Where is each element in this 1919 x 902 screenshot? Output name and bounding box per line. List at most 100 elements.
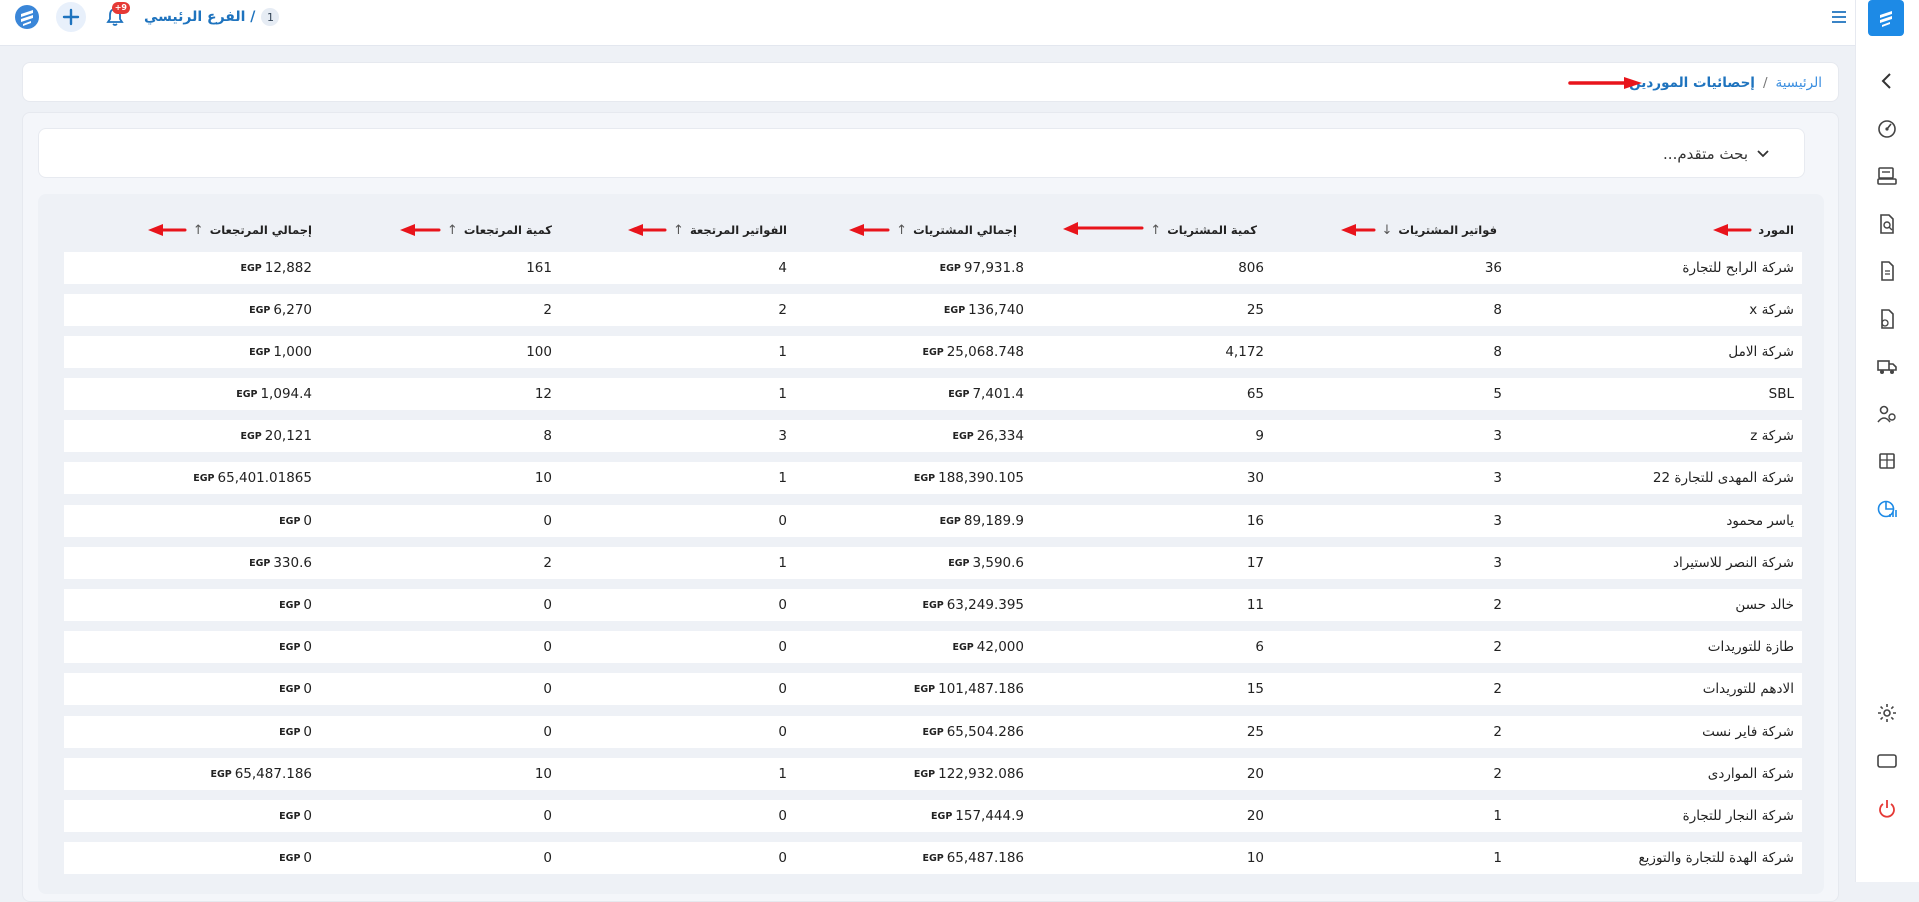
- header-purchase-quantity[interactable]: كمية المشتريات ↑: [1007, 208, 1257, 252]
- dashboard-icon[interactable]: [1872, 114, 1902, 144]
- cell-returns-quantity: 12: [534, 386, 552, 402]
- cell-returned-invoices: 2: [778, 302, 787, 318]
- amount: 101,487.186: [938, 681, 1024, 697]
- cell-supplier: شركة الامل: [1728, 344, 1794, 360]
- currency-label: EGP: [913, 472, 936, 484]
- cell-returns-quantity: 0: [543, 724, 552, 740]
- table-row[interactable]: SBL 5 65 EGP 7,401.4 1 12 EGP 1,094.4: [64, 378, 1802, 410]
- table-row[interactable]: شركة الرابح للتجارة 36 806 EGP 97,931.8 4 161 E…: [64, 252, 1802, 284]
- header-supplier-label: المورد: [1758, 223, 1794, 237]
- table-row[interactable]: شركة z 3 9 EGP 26,334 3 8 EGP 20,121: [64, 420, 1802, 452]
- users-icon[interactable]: [1872, 399, 1902, 429]
- cell-purchase-invoices: 2: [1493, 597, 1502, 613]
- table-row[interactable]: طازة للتوريدات 2 6 EGP 42,000 0 0 EGP 0: [64, 631, 1802, 663]
- header-returned-invoices[interactable]: الفواتير المرتجعة ↑: [587, 208, 787, 252]
- header-returns-total[interactable]: إجمالي المرتجعات ↑: [72, 208, 312, 252]
- amount: 3,590.6: [972, 555, 1024, 571]
- amount: 6,270: [273, 302, 312, 318]
- money-value: EGP 0: [279, 513, 312, 529]
- cell-purchase-quantity: 11: [1246, 597, 1264, 613]
- amount: 65,487.186: [946, 850, 1024, 866]
- sort-up-icon: ↑: [1150, 222, 1162, 238]
- search-document-icon[interactable]: [1872, 209, 1902, 239]
- table-row[interactable]: خالد حسن 2 11 EGP 63,249.395 0 0 EGP 0: [64, 589, 1802, 621]
- cell-returns-quantity: 0: [543, 513, 552, 529]
- invoice-return-icon[interactable]: [1872, 304, 1902, 334]
- cell-purchase-invoices: 1: [1493, 808, 1502, 824]
- table-row[interactable]: شركة الامل 8 4,172 EGP 25,068.748 1 100 EGP 1,00…: [64, 336, 1802, 368]
- reports-chart-icon[interactable]: [1872, 494, 1902, 524]
- table-row[interactable]: الادهم للتوريدات 2 15 EGP 101,487.186 0 0 EGP 0: [64, 673, 1802, 705]
- currency-label: EGP: [931, 810, 953, 822]
- table-row[interactable]: شركة فاير نست 2 25 EGP 65,504.286 0 0 EGP 0: [64, 716, 1802, 748]
- breadcrumb-home-link[interactable]: الرئيسية: [1776, 75, 1823, 91]
- table-row[interactable]: شركة النجار للتجارة 1 20 EGP 157,444.9 0 0 EGP 0: [64, 800, 1802, 832]
- cell-returned-invoices: 0: [778, 639, 787, 655]
- cell-returned-invoices: 1: [778, 344, 787, 360]
- settings-icon[interactable]: [1872, 698, 1902, 728]
- table-row[interactable]: شركة المهدى للتجارة 22 3 30 EGP 188,390.105 1…: [64, 462, 1802, 494]
- collapse-chevron-icon[interactable]: [1872, 66, 1902, 96]
- suppliers-table: المورد فواتير المشتريات ↓ كمية المشتريات…: [38, 194, 1824, 894]
- money-value: EGP 42,000: [953, 639, 1025, 655]
- annotation-arrow: [849, 224, 890, 236]
- cell-returns-total: EGP 20,121: [241, 420, 313, 452]
- cell-purchase-invoices: 2: [1493, 766, 1502, 782]
- cell-returns-quantity: 8: [543, 428, 552, 444]
- header-supplier[interactable]: المورد: [1642, 208, 1802, 252]
- header-purchase-total[interactable]: إجمالي المشتريات ↑: [807, 208, 1017, 252]
- brand-logo-icon[interactable]: [1868, 0, 1904, 36]
- amount: 7,401.4: [972, 386, 1024, 402]
- add-button[interactable]: [56, 2, 86, 32]
- amount: 63,249.395: [946, 597, 1024, 613]
- table-row[interactable]: شركة x 8 25 EGP 136,740 2 2 EGP 6,270: [64, 294, 1802, 326]
- cell-returns-quantity: 0: [543, 597, 552, 613]
- menu-toggle-icon[interactable]: [1828, 6, 1850, 28]
- app-logo-icon[interactable]: [12, 2, 42, 32]
- cell-returns-total: EGP 1,000: [249, 336, 312, 368]
- notifications-bell-icon[interactable]: +9: [100, 2, 130, 32]
- money-value: EGP 6,270: [249, 302, 312, 318]
- cash-register-icon[interactable]: [1872, 161, 1902, 191]
- branch-selector[interactable]: الفرع الرئيسي / 1: [144, 8, 280, 26]
- amount: 0: [303, 681, 312, 697]
- branch-number: 1: [261, 8, 280, 26]
- money-value: EGP 122,932.086: [914, 766, 1024, 782]
- cell-returns-total: EGP 0: [279, 842, 312, 874]
- cell-returned-invoices: 0: [778, 724, 787, 740]
- cell-purchase-total: EGP 65,504.286: [922, 716, 1024, 748]
- advanced-search-label: بحث متقدم...: [1663, 129, 1770, 179]
- cell-returns-total: EGP 0: [279, 716, 312, 748]
- cell-purchase-invoices: 5: [1493, 386, 1502, 402]
- documents-icon[interactable]: [1872, 256, 1902, 286]
- currency-label: EGP: [279, 852, 301, 864]
- table-row[interactable]: شركة الهدة للتجارة والتوزيع 1 10 EGP 65,487.…: [64, 842, 1802, 874]
- window-icon[interactable]: [1872, 746, 1902, 776]
- power-icon[interactable]: [1872, 794, 1902, 824]
- header-purchase-invoices[interactable]: فواتير المشتريات ↓: [1287, 208, 1497, 252]
- currency-label: EGP: [948, 388, 970, 400]
- money-value: EGP 101,487.186: [914, 681, 1024, 697]
- money-value: EGP 12,882: [241, 260, 313, 276]
- amount: 1,000: [273, 344, 312, 360]
- table-row[interactable]: شركة المواردى 2 20 EGP 122,932.086 1 10 EGP 65,4…: [64, 758, 1802, 790]
- advanced-search-toggle[interactable]: بحث متقدم...: [38, 128, 1805, 178]
- table-row[interactable]: شركة النصر للاستيراد 3 17 EGP 3,590.6 1 2 EGP 33…: [64, 547, 1802, 579]
- cell-returns-quantity: 161: [526, 260, 552, 276]
- money-value: EGP 20,121: [241, 428, 313, 444]
- money-value: EGP 157,444.9: [931, 808, 1024, 824]
- cell-returned-invoices: 4: [778, 260, 787, 276]
- header-purchase-quantity-label: كمية المشتريات: [1167, 223, 1257, 237]
- cell-purchase-invoices: 8: [1493, 302, 1502, 318]
- cell-returned-invoices: 1: [778, 766, 787, 782]
- currency-label: EGP: [193, 472, 215, 484]
- money-value: EGP 65,487.186: [922, 850, 1024, 866]
- table-row[interactable]: ياسر محمود 3 16 EGP 89,189.9 0 0 EGP 0: [64, 505, 1802, 537]
- cell-purchase-total: EGP 122,932.086: [914, 758, 1024, 790]
- header-returns-quantity[interactable]: كمية المرتجعات ↑: [352, 208, 552, 252]
- cell-purchase-total: EGP 26,334: [953, 420, 1025, 452]
- inventory-icon[interactable]: [1872, 446, 1902, 476]
- truck-icon[interactable]: [1872, 351, 1902, 381]
- currency-label: EGP: [952, 430, 974, 442]
- cell-returns-total: EGP 12,882: [241, 252, 313, 284]
